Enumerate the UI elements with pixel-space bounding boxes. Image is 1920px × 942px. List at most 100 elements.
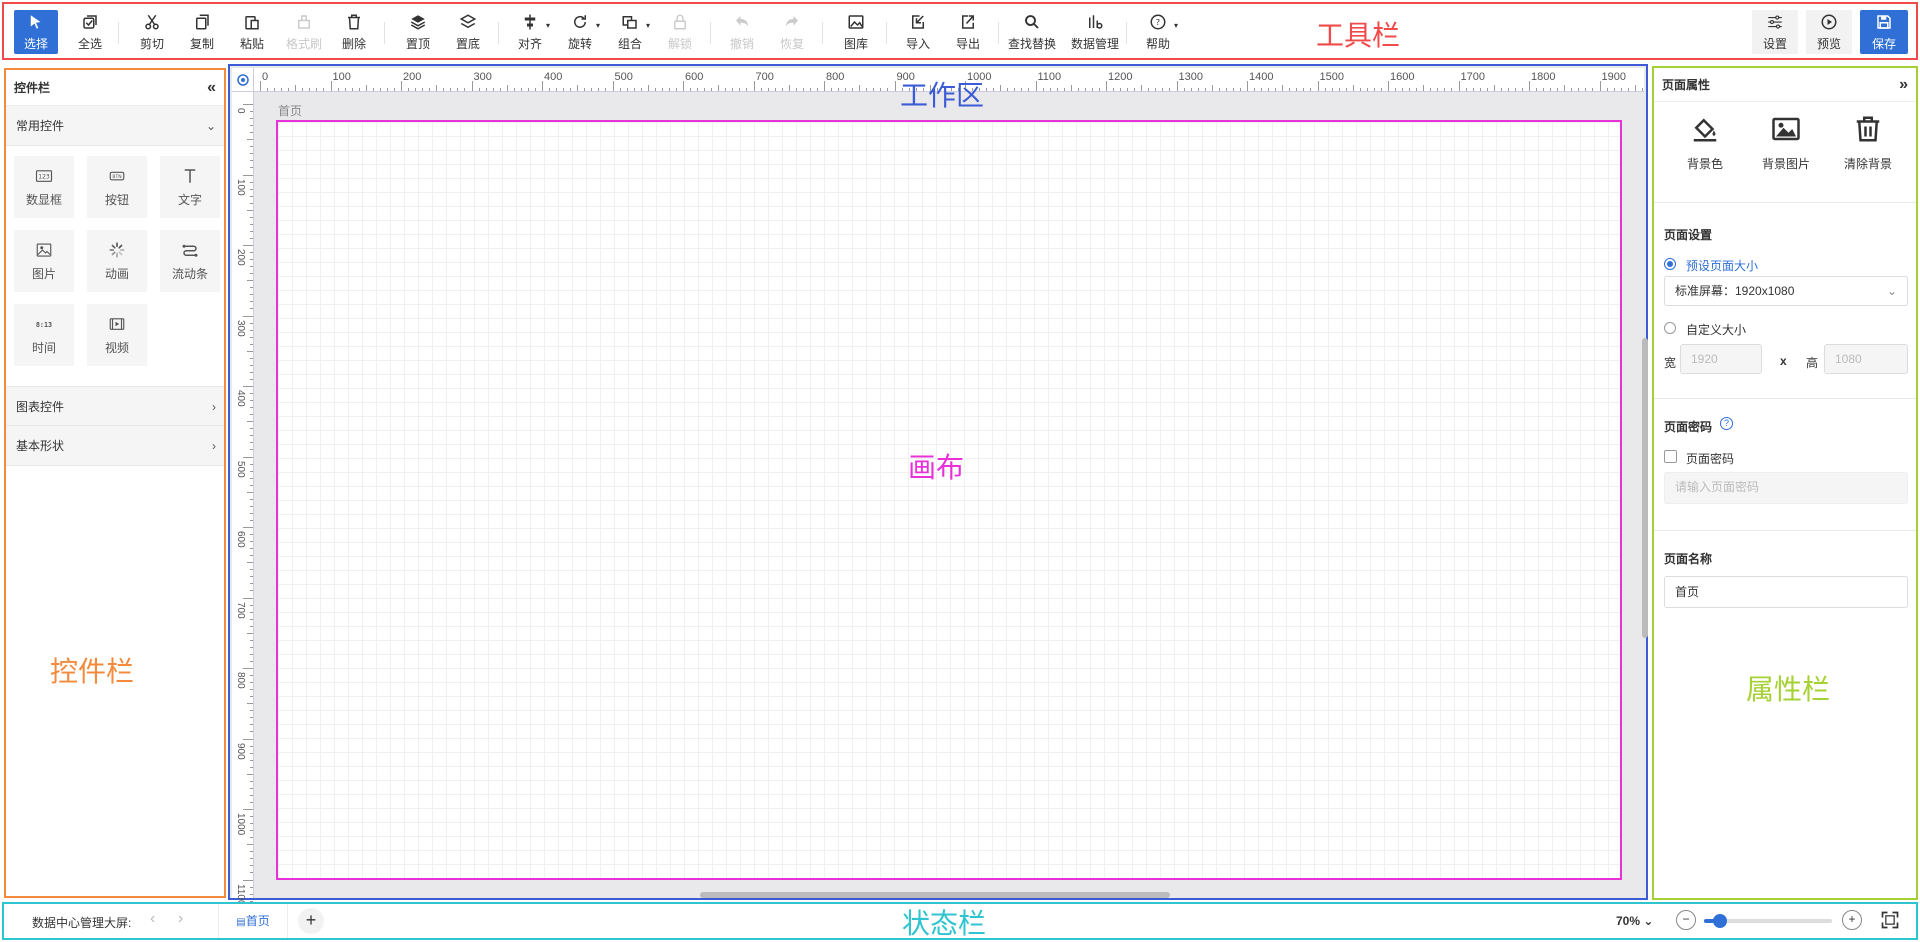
horizontal-scrollbar[interactable] xyxy=(700,892,1170,898)
ruler-tick xyxy=(1493,85,1495,91)
background-image-button[interactable]: 背景图片 xyxy=(1754,114,1818,172)
group-button[interactable]: 组合 ▾ xyxy=(608,10,652,54)
control-time[interactable]: 8:13 时间 xyxy=(14,304,74,366)
undo-button[interactable]: 撤销 xyxy=(720,10,764,54)
collapse-left-icon[interactable]: « xyxy=(207,70,216,106)
control-animation[interactable]: 动画 xyxy=(87,230,147,292)
ruler-tick xyxy=(1296,88,1298,91)
ruler-tick xyxy=(250,111,253,113)
ruler-label-x: 700 xyxy=(755,71,774,83)
ruler-tick xyxy=(1169,88,1171,91)
data-manage-button[interactable]: 数据管理 xyxy=(1070,10,1120,54)
ruler-tick xyxy=(513,88,515,91)
help-button[interactable]: ? 帮助 ▾ xyxy=(1136,10,1180,54)
zoom-in-button[interactable]: + xyxy=(1842,910,1862,930)
control-button[interactable]: BTN 按钮 xyxy=(87,156,147,218)
import-button[interactable]: 导入 xyxy=(896,10,940,54)
export-button[interactable]: 导出 xyxy=(946,10,990,54)
copy-button[interactable]: 复制 xyxy=(180,10,224,54)
info-icon[interactable]: ? xyxy=(1720,417,1733,430)
next-page-icon[interactable]: › xyxy=(178,910,183,928)
ruler-tick xyxy=(250,435,253,437)
scissors-icon xyxy=(145,14,159,29)
preset-size-radio[interactable] xyxy=(1664,258,1676,270)
canvas[interactable]: 画布 xyxy=(276,120,1622,880)
ruler-tick xyxy=(250,195,253,197)
ruler-tick xyxy=(577,85,579,91)
control-video[interactable]: 视频 xyxy=(87,304,147,366)
canvas-region-label: 画布 xyxy=(908,451,965,484)
ruler-origin[interactable] xyxy=(232,68,254,92)
height-input[interactable]: 1080 xyxy=(1824,344,1908,374)
ruler-tick xyxy=(386,88,388,91)
clear-background-button[interactable]: 清除背景 xyxy=(1836,114,1900,172)
zoom-select[interactable]: 70% ⌄ xyxy=(1616,914,1653,928)
select-button[interactable]: 选择 xyxy=(14,10,58,54)
page-tab-home[interactable]: ▤首页 xyxy=(218,904,288,938)
custom-size-radio[interactable] xyxy=(1664,322,1676,334)
ruler-tick xyxy=(1352,85,1354,91)
vertical-scrollbar[interactable] xyxy=(1642,338,1648,638)
control-text[interactable]: 文字 xyxy=(160,156,220,218)
ruler-tick xyxy=(1218,88,1220,91)
save-button[interactable]: 保存 xyxy=(1860,10,1908,54)
add-page-button[interactable]: + xyxy=(298,908,324,934)
preview-button[interactable]: 预览 xyxy=(1806,10,1852,54)
preset-size-select[interactable]: 标准屏幕：1920x1080 ⌄ xyxy=(1664,276,1908,306)
rotate-button[interactable]: 旋转 ▾ xyxy=(558,10,602,54)
delete-button[interactable]: 删除 xyxy=(332,10,376,54)
page-password-checkbox[interactable] xyxy=(1664,450,1677,463)
bring-top-button[interactable]: 置顶 xyxy=(396,10,440,54)
unlock-button[interactable]: 解锁 xyxy=(658,10,702,54)
toolbar-divider xyxy=(498,22,499,44)
settings-button[interactable]: 设置 xyxy=(1752,10,1798,54)
chevron-down-icon: ▾ xyxy=(595,21,600,30)
page-password-input[interactable]: 请输入页面密码 xyxy=(1664,472,1908,504)
cut-button[interactable]: 剪切 xyxy=(130,10,174,54)
zoom-slider[interactable] xyxy=(1704,914,1832,928)
prev-page-icon[interactable]: ‹ xyxy=(150,910,155,928)
collapse-right-icon[interactable]: » xyxy=(1899,68,1908,102)
ruler-tick xyxy=(250,146,253,148)
ruler-tick xyxy=(247,773,253,775)
ruler-tick xyxy=(725,88,727,91)
ruler-tick xyxy=(330,81,332,91)
ruler-tick xyxy=(1521,88,1523,91)
format-brush-button[interactable]: 格式刷 xyxy=(282,10,326,54)
ruler-tick xyxy=(1620,88,1622,91)
group-chart-controls[interactable]: 图表控件 › xyxy=(6,386,224,426)
align-icon xyxy=(524,14,536,29)
ruler-label-y: 500 xyxy=(235,460,246,478)
ruler-tick xyxy=(281,88,283,91)
control-numeric-display[interactable]: 123 数显框 xyxy=(14,156,74,218)
redo-button[interactable]: 恢复 xyxy=(770,10,814,54)
ruler-tick xyxy=(563,88,565,91)
ruler-tick xyxy=(1395,88,1397,91)
zoom-out-button[interactable]: − xyxy=(1676,910,1696,930)
image-icon xyxy=(36,242,52,257)
send-bottom-button[interactable]: 置底 xyxy=(446,10,490,54)
page-name-input[interactable]: 首页 xyxy=(1664,576,1908,608)
fullscreen-button[interactable] xyxy=(1880,910,1900,930)
ruler-tick xyxy=(591,88,593,91)
select-all-button[interactable]: 全选 xyxy=(68,10,112,54)
gallery-button[interactable]: 图库 xyxy=(834,10,878,54)
zoom-slider-thumb[interactable] xyxy=(1712,914,1727,928)
control-flow-bar[interactable]: 流动条 xyxy=(160,230,220,292)
group-basic-shapes[interactable]: 基本形状 › xyxy=(6,426,224,466)
import-icon xyxy=(912,14,924,29)
ruler-tick xyxy=(1409,88,1411,91)
control-image[interactable]: 图片 xyxy=(14,230,74,292)
ruler-vertical[interactable]: 0 100 200 300 400 500 600 700 800 900 1000 1100 xyxy=(232,92,254,909)
align-button[interactable]: 对齐 ▾ xyxy=(508,10,552,54)
background-color-button[interactable]: 背景色 xyxy=(1676,114,1734,172)
group-common-controls[interactable]: 常用控件 ⌄ xyxy=(6,106,224,146)
find-replace-button[interactable]: 查找替换 xyxy=(1008,10,1056,54)
ruler-tick xyxy=(250,449,253,451)
ruler-tick xyxy=(1578,88,1580,91)
width-input[interactable]: 1920 xyxy=(1680,344,1762,374)
ruler-tick xyxy=(250,167,253,169)
ruler-label-x: 200 xyxy=(403,71,422,83)
paste-button[interactable]: 粘贴 xyxy=(230,10,274,54)
ruler-tick xyxy=(295,85,297,91)
